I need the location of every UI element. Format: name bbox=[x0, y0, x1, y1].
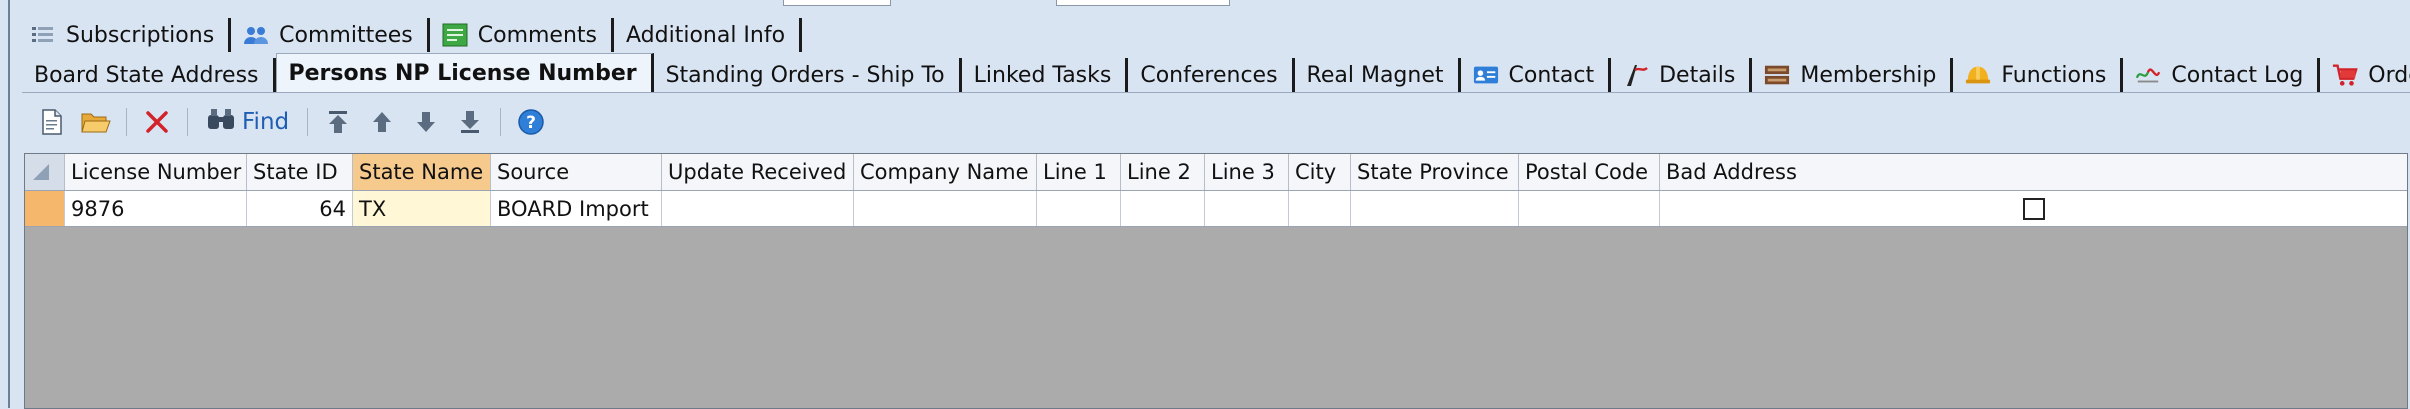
cell-bad-address[interactable] bbox=[1660, 191, 2408, 226]
move-up-icon[interactable] bbox=[364, 105, 400, 139]
cell-license-number[interactable]: 9876 bbox=[65, 191, 247, 226]
column-header-state-id[interactable]: State ID bbox=[247, 154, 353, 190]
tab-label: Subscriptions bbox=[66, 22, 215, 48]
comment-icon bbox=[442, 23, 468, 47]
tab-label: Conferences bbox=[1140, 62, 1278, 88]
cell-city[interactable] bbox=[1289, 191, 1351, 226]
move-bottom-icon[interactable] bbox=[452, 105, 488, 139]
tab-details[interactable]: Details bbox=[1611, 58, 1753, 92]
move-down-icon[interactable] bbox=[408, 105, 444, 139]
column-header-city[interactable]: City bbox=[1289, 154, 1351, 190]
tab-linked-tasks[interactable]: Linked Tasks bbox=[962, 58, 1129, 92]
cell-state-name[interactable]: TX bbox=[353, 191, 491, 226]
help-icon[interactable]: ? bbox=[513, 105, 549, 139]
find-button[interactable]: Find bbox=[200, 105, 295, 139]
contact-log-icon bbox=[2135, 63, 2161, 87]
tab-label: Orders bbox=[2368, 62, 2410, 88]
hardhat-icon bbox=[1965, 63, 1991, 87]
tab-committees[interactable]: Committees bbox=[231, 18, 430, 52]
cell-line-1[interactable] bbox=[1037, 191, 1121, 226]
grid-toolbar: Find ? bbox=[34, 105, 549, 139]
column-header-state-province[interactable]: State Province bbox=[1351, 154, 1519, 190]
people-icon bbox=[243, 23, 269, 47]
column-header-postal-code[interactable]: Postal Code bbox=[1519, 154, 1660, 190]
cell-line-3[interactable] bbox=[1205, 191, 1289, 226]
tab-subscriptions[interactable]: Subscriptions bbox=[18, 18, 232, 52]
left-divider bbox=[8, 0, 10, 408]
open-folder-icon[interactable] bbox=[78, 105, 114, 139]
column-header-line-3[interactable]: Line 3 bbox=[1205, 154, 1289, 190]
tab-label: Real Magnet bbox=[1306, 62, 1444, 88]
cell-state-id[interactable]: 64 bbox=[247, 191, 353, 226]
column-header-company-name[interactable]: Company Name bbox=[854, 154, 1037, 190]
svg-text:?: ? bbox=[526, 113, 536, 133]
column-header-bad-address[interactable]: Bad Address bbox=[1660, 154, 2408, 190]
column-header-source[interactable]: Source bbox=[491, 154, 662, 190]
tab-label: Contact Log bbox=[2171, 62, 2304, 88]
tab-label: Additional Info bbox=[626, 22, 786, 48]
column-header-line-1[interactable]: Line 1 bbox=[1037, 154, 1121, 190]
cell-update-received[interactable] bbox=[662, 191, 854, 226]
tab-comments[interactable]: Comments bbox=[430, 18, 614, 52]
tab-persons-np-license-number[interactable]: Persons NP License Number bbox=[275, 53, 654, 93]
tab-conferences[interactable]: Conferences bbox=[1128, 58, 1295, 92]
toolbar-separator bbox=[187, 108, 188, 136]
column-header-line-2[interactable]: Line 2 bbox=[1121, 154, 1205, 190]
tab-content-panel: Find ? License Number State ID State Nam… bbox=[22, 92, 2410, 409]
table-row[interactable]: 9876 64 TX BOARD Import bbox=[25, 191, 2407, 227]
tab-label: Committees bbox=[279, 22, 413, 48]
tab-label: Membership bbox=[1800, 62, 1937, 88]
contact-card-icon bbox=[1473, 63, 1499, 87]
select-all-corner[interactable] bbox=[25, 154, 65, 190]
cell-source[interactable]: BOARD Import bbox=[491, 191, 662, 226]
tab-additional-info[interactable]: Additional Info bbox=[614, 18, 803, 52]
tab-contact-log[interactable]: Contact Log bbox=[2123, 58, 2321, 92]
bad-address-checkbox[interactable] bbox=[2023, 197, 2045, 220]
cart-icon bbox=[2332, 63, 2358, 87]
delete-icon[interactable] bbox=[139, 105, 175, 139]
tab-real-magnet[interactable]: Real Magnet bbox=[1295, 58, 1461, 92]
tab-label: Persons NP License Number bbox=[288, 61, 637, 86]
new-document-icon[interactable] bbox=[34, 105, 70, 139]
tab-standing-orders-ship-to[interactable]: Standing Orders - Ship To bbox=[654, 58, 962, 92]
column-header-update-received[interactable]: Update Received bbox=[662, 154, 854, 190]
tab-label: Functions bbox=[2001, 62, 2107, 88]
cell-state-province[interactable] bbox=[1351, 191, 1519, 226]
find-binoculars-icon bbox=[206, 107, 236, 137]
license-number-grid: License Number State ID State Name Sourc… bbox=[24, 153, 2408, 409]
column-header-state-name[interactable]: State Name bbox=[353, 154, 491, 190]
tab-contact[interactable]: Contact bbox=[1461, 58, 1612, 92]
tab-label: Contact bbox=[1508, 62, 1595, 88]
details-pen-icon bbox=[1623, 63, 1649, 87]
tab-label: Board State Address bbox=[34, 62, 259, 88]
tab-label: Comments bbox=[477, 22, 597, 48]
column-header-license-number[interactable]: License Number bbox=[65, 154, 247, 190]
find-label: Find bbox=[242, 109, 290, 135]
tab-board-state-address[interactable]: Board State Address bbox=[22, 58, 276, 92]
grid-header-row: License Number State ID State Name Sourc… bbox=[25, 154, 2407, 191]
tab-label: Linked Tasks bbox=[973, 62, 1112, 88]
row-indicator[interactable] bbox=[25, 191, 65, 226]
tab-orders[interactable]: Orders bbox=[2320, 58, 2410, 92]
top-control-stub bbox=[783, 0, 891, 6]
membership-icon bbox=[1764, 63, 1790, 87]
top-control-stub bbox=[1056, 0, 1230, 6]
tab-row-2: Board State Address Persons NP License N… bbox=[22, 50, 2410, 93]
cell-postal-code[interactable] bbox=[1519, 191, 1660, 226]
cell-company-name[interactable] bbox=[854, 191, 1037, 226]
toolbar-separator bbox=[307, 108, 309, 136]
list-icon bbox=[30, 23, 56, 47]
toolbar-separator bbox=[500, 108, 502, 136]
cell-line-2[interactable] bbox=[1121, 191, 1205, 226]
tab-label: Standing Orders - Ship To bbox=[665, 62, 945, 88]
tab-row-1: Subscriptions Committees Comments Additi… bbox=[18, 12, 803, 52]
tab-label: Details bbox=[1659, 62, 1736, 88]
tab-membership[interactable]: Membership bbox=[1752, 58, 1954, 92]
tab-functions[interactable]: Functions bbox=[1953, 58, 2124, 92]
move-top-icon[interactable] bbox=[320, 105, 356, 139]
toolbar-separator bbox=[126, 108, 127, 136]
